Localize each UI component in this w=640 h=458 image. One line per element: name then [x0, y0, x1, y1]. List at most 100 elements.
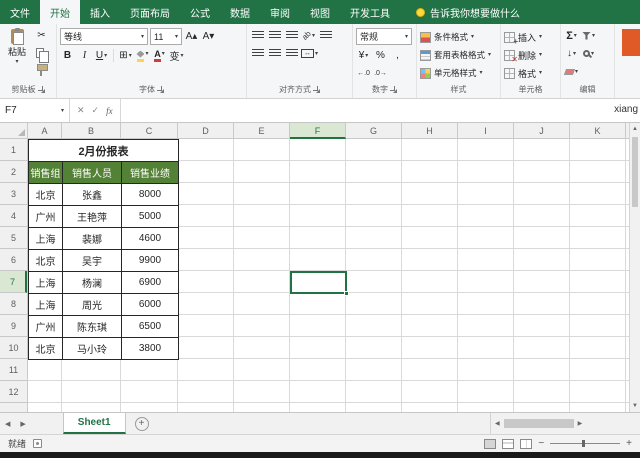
column-header-H[interactable]: H: [402, 123, 458, 139]
table-cell[interactable]: 6900: [122, 272, 179, 294]
font-size-select[interactable]: 11▾: [150, 28, 182, 45]
borders-button[interactable]: ⊞▾: [118, 48, 133, 63]
table-cell[interactable]: 上海: [29, 294, 63, 316]
macro-record-icon[interactable]: [33, 439, 42, 448]
conditional-formatting-button[interactable]: 条件格式▾: [420, 28, 497, 46]
horizontal-scrollbar[interactable]: ◀ ▶: [490, 413, 640, 434]
column-header-C[interactable]: C: [121, 123, 178, 139]
row-header-2[interactable]: 2: [0, 161, 27, 183]
insert-cells-button[interactable]: +插入▾: [504, 28, 557, 46]
table-cell[interactable]: 马小玲: [63, 338, 122, 360]
vscroll-up-icon[interactable]: ▲: [630, 126, 640, 132]
ribbon-tab-页面布局[interactable]: 页面布局: [120, 0, 180, 24]
top-align-button[interactable]: [250, 28, 265, 43]
bottom-align-button[interactable]: [284, 28, 299, 43]
user-avatar[interactable]: [622, 29, 640, 56]
comma-format-button[interactable]: ,: [390, 48, 405, 63]
table-header-cell[interactable]: 销售人员: [63, 162, 122, 184]
decrease-decimal-button[interactable]: .0→: [373, 66, 388, 81]
page-break-view-button[interactable]: [520, 439, 532, 449]
table-cell[interactable]: 4600: [122, 228, 179, 250]
alignment-dialog-launcher-icon[interactable]: [313, 86, 320, 93]
ribbon-tab-视图[interactable]: 视图: [300, 0, 340, 24]
increase-font-size-button[interactable]: A▴: [184, 29, 199, 44]
column-header-K[interactable]: K: [570, 123, 626, 139]
clear-button[interactable]: ▾: [564, 64, 579, 79]
normal-view-button[interactable]: [484, 439, 496, 449]
hscroll-thumb[interactable]: [504, 419, 574, 428]
table-cell[interactable]: 陈东琪: [63, 316, 122, 338]
vscroll-down-icon[interactable]: ▼: [630, 403, 640, 409]
table-cell[interactable]: 广州: [29, 316, 63, 338]
format-painter-button[interactable]: [34, 62, 49, 77]
delete-cells-button[interactable]: ✕删除▾: [504, 46, 557, 64]
middle-align-button[interactable]: [267, 28, 282, 43]
table-cell[interactable]: 北京: [29, 184, 63, 206]
column-header-F[interactable]: F: [290, 123, 346, 139]
percent-format-button[interactable]: %: [373, 48, 388, 63]
column-header-G[interactable]: G: [346, 123, 402, 139]
merge-center-button[interactable]: ↔▾: [301, 46, 318, 61]
font-color-button[interactable]: A▾: [152, 48, 167, 63]
name-box[interactable]: F7 ▾: [0, 99, 70, 122]
vscroll-thumb[interactable]: [632, 137, 638, 207]
number-dialog-launcher-icon[interactable]: [390, 86, 397, 93]
fill-handle[interactable]: [344, 291, 349, 296]
zoom-slider-thumb[interactable]: [582, 440, 585, 447]
column-header-J[interactable]: J: [514, 123, 570, 139]
clipboard-dialog-launcher-icon[interactable]: [38, 86, 45, 93]
ribbon-tab-开始[interactable]: 开始: [40, 0, 80, 24]
hscroll-left-icon[interactable]: ◀: [493, 420, 502, 427]
table-header-cell[interactable]: 销售业绩: [122, 162, 179, 184]
row-header-1[interactable]: 1: [0, 139, 27, 161]
table-cell[interactable]: 裴娜: [63, 228, 122, 250]
table-title-cell[interactable]: 2月份报表: [29, 140, 179, 162]
fill-button[interactable]: ↓▾: [564, 46, 579, 61]
table-cell[interactable]: 5000: [122, 206, 179, 228]
zoom-out-button[interactable]: −: [538, 438, 544, 449]
select-all-button[interactable]: [0, 123, 28, 139]
cancel-icon[interactable]: ✕: [77, 105, 85, 116]
table-cell[interactable]: 9900: [122, 250, 179, 272]
row-header-6[interactable]: 6: [0, 249, 27, 271]
new-sheet-button[interactable]: +: [135, 417, 149, 431]
cut-button[interactable]: ✂: [34, 28, 49, 43]
copy-button[interactable]: [34, 45, 49, 60]
font-name-select[interactable]: 等线▾: [60, 28, 148, 45]
align-right-button[interactable]: [284, 46, 299, 61]
format-as-table-button[interactable]: 套用表格格式▾: [420, 46, 497, 64]
page-layout-view-button[interactable]: [502, 439, 514, 449]
format-cells-button[interactable]: 格式▾: [504, 64, 557, 82]
tell-me-box[interactable]: 告诉我你想要做什么: [416, 0, 520, 24]
column-header-I[interactable]: I: [458, 123, 514, 139]
table-cell[interactable]: 8000: [122, 184, 179, 206]
hscroll-right-icon[interactable]: ▶: [576, 420, 585, 427]
file-tab[interactable]: 文件: [0, 0, 40, 24]
ribbon-tab-审阅[interactable]: 审阅: [260, 0, 300, 24]
table-cell[interactable]: 王艳萍: [63, 206, 122, 228]
sheet-nav-left-icon[interactable]: ◀: [0, 413, 15, 434]
selected-cell-F7[interactable]: [290, 271, 347, 294]
table-cell[interactable]: 上海: [29, 272, 63, 294]
row-header-10[interactable]: 10: [0, 337, 27, 359]
table-cell[interactable]: 北京: [29, 250, 63, 272]
row-header-5[interactable]: 5: [0, 227, 27, 249]
table-cell[interactable]: 北京: [29, 338, 63, 360]
column-header-A[interactable]: A: [28, 123, 62, 139]
row-header-7[interactable]: 7: [0, 271, 27, 293]
align-center-button[interactable]: [267, 46, 282, 61]
find-select-button[interactable]: ▾: [581, 46, 596, 61]
table-cell[interactable]: 张鑫: [63, 184, 122, 206]
wrap-text-button[interactable]: [318, 28, 333, 43]
autosum-button[interactable]: Σ▾: [564, 28, 579, 43]
zoom-slider[interactable]: [550, 443, 620, 444]
fill-color-button[interactable]: ▾: [135, 48, 150, 63]
ribbon-tab-插入[interactable]: 插入: [80, 0, 120, 24]
phonetic-guide-button[interactable]: 变▾: [169, 48, 184, 63]
row-header-3[interactable]: 3: [0, 183, 27, 205]
underline-button[interactable]: U▾: [94, 48, 109, 63]
decrease-font-size-button[interactable]: A▾: [201, 29, 216, 44]
column-header-E[interactable]: E: [234, 123, 290, 139]
paste-button[interactable]: 粘贴 ▾: [3, 28, 31, 82]
insert-function-icon[interactable]: fx: [106, 106, 113, 116]
